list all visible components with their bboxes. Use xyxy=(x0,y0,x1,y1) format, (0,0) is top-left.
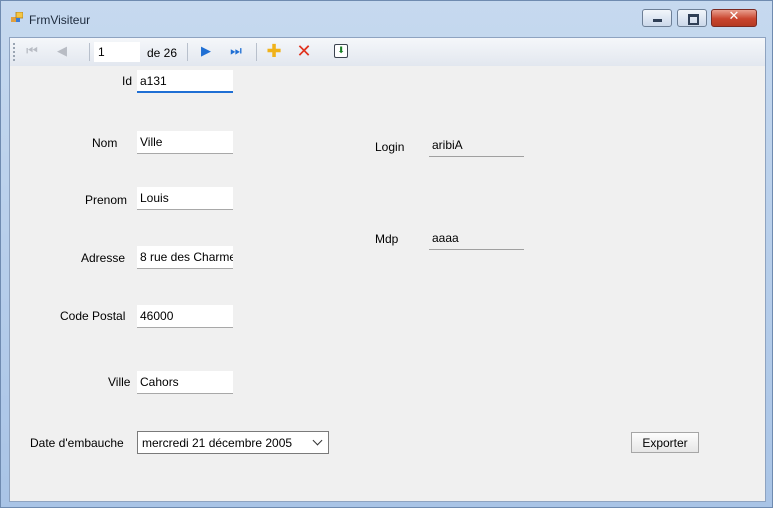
form-client-area: ⏮ ◀ 1 de 26 ▶ ⏭ ✚ ✕ ⬇ Id a131 Nom Ville … xyxy=(9,37,766,502)
binding-navigator-toolbar: ⏮ ◀ 1 de 26 ▶ ⏭ ✚ ✕ ⬇ xyxy=(10,38,765,66)
date-embauche-value: mercredi 21 décembre 2005 xyxy=(142,436,293,450)
move-next-icon[interactable]: ▶ xyxy=(196,42,216,62)
maximize-button[interactable] xyxy=(677,9,707,27)
chevron-down-icon[interactable] xyxy=(310,434,326,451)
minimize-icon xyxy=(653,19,662,22)
app-window: FrmVisiteur ✕ ⏮ ◀ 1 de 26 ▶ ⏭ ✚ ✕ ⬇ Id a… xyxy=(0,0,773,508)
mdp-field[interactable]: aaaa xyxy=(429,227,524,250)
delete-icon[interactable]: ✕ xyxy=(294,42,314,62)
toolbar-separator xyxy=(187,43,188,61)
date-embauche-label: Date d'embauche xyxy=(30,436,124,450)
move-last-icon[interactable]: ⏭ xyxy=(226,42,246,62)
export-button[interactable]: Exporter xyxy=(631,432,699,453)
close-button[interactable]: ✕ xyxy=(711,9,757,27)
minimize-button[interactable] xyxy=(642,9,672,27)
login-label: Login xyxy=(375,140,405,154)
id-field[interactable]: a131 xyxy=(137,70,233,93)
code-postal-field[interactable]: 46000 xyxy=(137,305,233,328)
date-embauche-picker[interactable]: mercredi 21 décembre 2005 xyxy=(137,431,329,454)
move-previous-icon[interactable]: ◀ xyxy=(52,42,72,62)
window-title: FrmVisiteur xyxy=(29,13,91,27)
maximize-icon xyxy=(688,14,699,25)
ville-label: Ville xyxy=(108,375,131,389)
code-postal-label: Code Postal xyxy=(60,309,126,323)
position-input[interactable]: 1 xyxy=(94,42,140,62)
login-field[interactable]: aribiA xyxy=(429,134,524,157)
title-bar[interactable]: FrmVisiteur ✕ xyxy=(1,1,772,37)
save-icon[interactable]: ⬇ xyxy=(334,44,348,58)
adresse-label: Adresse xyxy=(81,251,126,265)
prenom-label: Prenom xyxy=(85,193,128,207)
mdp-label: Mdp xyxy=(375,232,399,246)
toolbar-separator xyxy=(256,43,257,61)
adresse-field[interactable]: 8 rue des Charmes xyxy=(137,246,233,269)
close-icon: ✕ xyxy=(728,9,740,24)
toolbar-separator xyxy=(89,43,90,61)
app-icon xyxy=(11,12,23,22)
move-first-icon[interactable]: ⏮ xyxy=(22,42,42,62)
id-label: Id xyxy=(122,74,133,88)
nom-label: Nom xyxy=(92,136,118,150)
record-count-label: de 26 xyxy=(147,46,178,60)
toolbar-grip[interactable] xyxy=(13,43,15,61)
add-icon[interactable]: ✚ xyxy=(264,42,284,62)
nom-field[interactable]: Ville xyxy=(137,131,233,154)
prenom-field[interactable]: Louis xyxy=(137,187,233,210)
ville-field[interactable]: Cahors xyxy=(137,371,233,394)
